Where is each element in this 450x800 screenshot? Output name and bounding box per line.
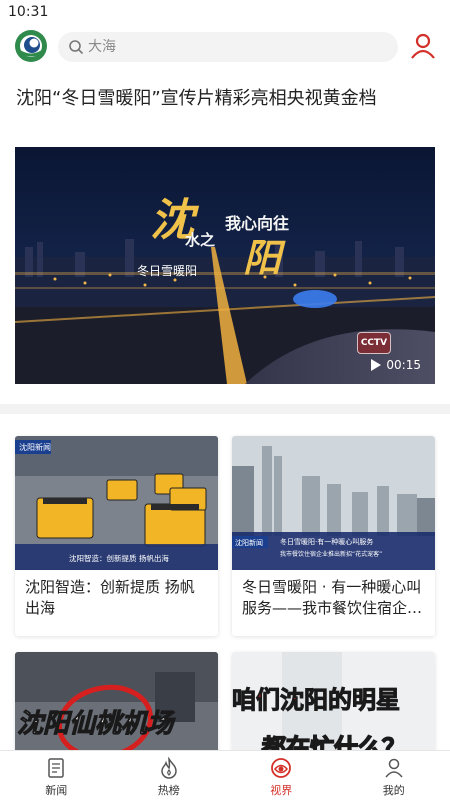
vision-icon bbox=[271, 758, 292, 778]
tab-label: 视界 bbox=[270, 784, 293, 797]
video-subtitle: 冬日雪暖阳 bbox=[137, 263, 197, 278]
tab-vision[interactable]: 视界 bbox=[225, 751, 338, 800]
article-headline[interactable]: 沈阳“冬日雪暖阳”宣传片精彩亮相央视黄金档 bbox=[16, 86, 436, 112]
news-icon bbox=[48, 758, 64, 778]
video-duration: 00:15 bbox=[371, 358, 421, 372]
search-icon bbox=[69, 40, 84, 55]
card-brand: 沈阳新闻 bbox=[19, 442, 51, 452]
video-card-4[interactable]: 咱们沈阳的明星 都在忙什么？ bbox=[232, 652, 435, 762]
app-header bbox=[0, 26, 450, 66]
cctv-badge: CCTV bbox=[357, 332, 391, 354]
profile-icon bbox=[385, 758, 403, 778]
card-overlay-text: 沈阳仙桃机场 bbox=[17, 709, 176, 739]
bottom-tab-bar: 新闻 热榜 视界 我的 bbox=[0, 750, 450, 800]
card-brand: 沈阳新闻 bbox=[235, 538, 263, 547]
card-overlay-sub: 我市餐饮住宿企业推出新招“花式宠客” bbox=[280, 550, 382, 558]
video-card-2[interactable]: 沈阳新闻 冬日雪暖阳·有一种暖心叫服务 我市餐饮住宿企业推出新招“花式宠客” 冬… bbox=[232, 436, 435, 636]
card-thumbnail: 沈阳新闻 沈阳智造：创新提质 扬帆出海 bbox=[15, 436, 218, 570]
section-divider bbox=[0, 404, 450, 414]
tab-hot-list[interactable]: 热榜 bbox=[113, 751, 226, 800]
card-thumbnail: 沈阳新闻 冬日雪暖阳·有一种暖心叫服务 我市餐饮住宿企业推出新招“花式宠客” bbox=[232, 436, 435, 570]
search-input[interactable] bbox=[88, 32, 378, 62]
video-title-small-a: 我心向往 bbox=[225, 214, 289, 233]
video-card-1[interactable]: 沈阳新闻 沈阳智造：创新提质 扬帆出海 沈阳智造：创新提质 扬帆出海 bbox=[15, 436, 218, 636]
tab-label: 新闻 bbox=[45, 784, 68, 797]
tab-label: 热榜 bbox=[157, 784, 180, 797]
card-thumbnail: 咱们沈阳的明星 都在忙什么？ bbox=[232, 652, 435, 762]
duration-label: 00:15 bbox=[386, 358, 421, 372]
video-title-small-c: 阳 bbox=[243, 235, 286, 280]
card-overlay-text: 咱们沈阳的明星 bbox=[232, 686, 400, 714]
tab-mine[interactable]: 我的 bbox=[338, 751, 450, 800]
video-title-small-b: 水之 bbox=[185, 231, 215, 249]
search-box[interactable] bbox=[58, 32, 398, 62]
tab-news[interactable]: 新闻 bbox=[0, 751, 113, 800]
tab-label: 我的 bbox=[382, 784, 405, 797]
status-bar: 10:31 bbox=[0, 0, 450, 26]
featured-video[interactable]: 沈 我心向往 水之 阳 冬日雪暖阳 CCTV 00:15 bbox=[15, 147, 435, 384]
status-time: 10:31 bbox=[8, 4, 49, 20]
video-card-3[interactable]: 沈阳仙桃机场 bbox=[15, 652, 218, 762]
card-overlay-text: 冬日雪暖阳·有一种暖心叫服务 bbox=[280, 537, 373, 546]
card-caption: 冬日雪暖阳 · 有一种暖心叫服务——我市餐饮住宿企… bbox=[242, 578, 423, 617]
card-overlay-text: 沈阳智造：创新提质 扬帆出海 bbox=[69, 553, 169, 563]
play-icon[interactable] bbox=[371, 359, 382, 371]
flame-icon bbox=[160, 757, 177, 779]
user-icon[interactable] bbox=[410, 32, 436, 60]
card-caption: 沈阳智造：创新提质 扬帆出海 bbox=[25, 578, 195, 617]
sunrise-logo-icon[interactable] bbox=[14, 29, 48, 63]
card-thumbnail: 沈阳仙桃机场 bbox=[15, 652, 218, 762]
